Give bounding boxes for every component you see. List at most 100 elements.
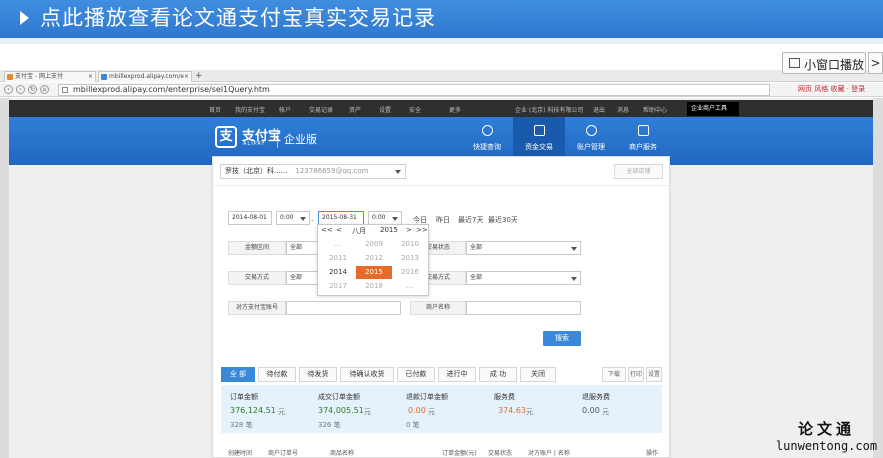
download-button[interactable]: 下载 [602, 367, 626, 382]
topnav-item[interactable]: 首页 [209, 105, 221, 114]
back-icon[interactable]: ‹ [4, 85, 13, 94]
next-decade-button[interactable]: >> [416, 226, 428, 234]
calendar-year[interactable]: 2015 [380, 226, 398, 234]
chevron-down-icon [392, 217, 398, 221]
tab-closed[interactable]: 关闭 [520, 367, 556, 382]
tab-pending-ship[interactable]: 待发货 [299, 367, 337, 382]
reload-icon[interactable]: ↻ [28, 85, 37, 94]
play-triangle-icon [20, 11, 29, 25]
new-tab-button[interactable]: + [195, 71, 203, 81]
status-select[interactable]: 全部 [466, 241, 581, 255]
topnav-account[interactable]: 企业 (北京) 科技有限公司 [515, 105, 584, 114]
summary-label: 服务费 [494, 393, 515, 401]
forward-icon[interactable]: › [16, 85, 25, 94]
year-cell[interactable]: 2014 [320, 266, 356, 279]
channel-select[interactable]: 全部 [466, 271, 581, 285]
year-cell[interactable]: 2011 [320, 252, 356, 265]
calendar-month[interactable]: 八月 [352, 226, 366, 236]
print-button[interactable]: 打印 [628, 367, 644, 382]
start-date-input[interactable]: 2014-08-01 [228, 211, 272, 225]
summary-label: 成交订单金额 [318, 393, 360, 401]
print-icon: 打印 [629, 371, 642, 378]
quick-30days-link[interactable]: 最近30天 [488, 215, 518, 225]
summary-label: 退服务费 [582, 393, 610, 401]
year-cell[interactable]: 2016 [392, 266, 428, 279]
year-cell[interactable]: 2017 [320, 280, 356, 293]
topnav-item[interactable]: 我的支付宝 [235, 105, 265, 114]
mini-window-play-button[interactable]: 小窗口播放 [782, 52, 866, 74]
prev-button[interactable]: < [336, 226, 342, 234]
account-icon [586, 125, 597, 136]
tab-close-icon[interactable]: × [184, 72, 189, 82]
year-cell[interactable]: 2018 [356, 280, 392, 293]
year-cell[interactable]: 2009 [356, 238, 392, 251]
quick-7days-link[interactable]: 最近7天 [458, 215, 483, 225]
topnav-item[interactable]: 帐户 [279, 105, 291, 114]
topnav-item[interactable]: 安全 [409, 105, 421, 114]
chevron-down-icon [300, 217, 306, 221]
favicon-icon [7, 74, 13, 80]
year-cell[interactable]: ... [392, 280, 428, 293]
right-gutter [873, 98, 883, 458]
topnav-logout[interactable]: 退出 [593, 105, 605, 114]
summary-value: 376,124.51 [230, 406, 276, 415]
summary-label: 退款订单金额 [406, 393, 448, 401]
browser-right-links[interactable]: 网页 风格 收藏 · 登录 [798, 84, 865, 94]
settings-button[interactable]: 设置 [646, 367, 662, 382]
search-button[interactable]: 搜索 [543, 331, 581, 346]
prev-decade-button[interactable]: << [321, 226, 333, 234]
browser-tab-2[interactable]: mbillexprod.alipay.com/e × [98, 71, 192, 82]
summary-unit: 元 [526, 408, 533, 416]
amount-label: 金额区间 [228, 241, 286, 255]
topnav-messages[interactable]: 消息 [617, 105, 629, 114]
tab-all[interactable]: 全 部 [221, 367, 255, 382]
cart-icon [534, 125, 545, 136]
year-cell-selected[interactable]: 2015 [356, 266, 392, 279]
brand-sub: ALIPAY [243, 141, 266, 147]
end-time-select[interactable]: 0:00 [368, 211, 402, 225]
topnav-item[interactable]: 更多 [449, 105, 461, 114]
amount-select[interactable]: 全部 [286, 241, 318, 255]
year-cell[interactable]: 2010 [392, 238, 428, 251]
tab-paid[interactable]: 已付款 [397, 367, 435, 382]
slide-title[interactable]: 点此播放查看论文通支付宝真实交易记录 [40, 4, 436, 32]
quick-yesterday-link[interactable]: 昨日 [436, 215, 450, 225]
url-input[interactable]: mbillexprod.alipay.com/enterprise/sel1Qu… [58, 84, 770, 96]
slide-header: 点此播放查看论文通支付宝真实交易记录 [0, 0, 883, 38]
mini-player-arrow-button[interactable]: > [868, 52, 883, 74]
topnav-item[interactable]: 交易记录 [309, 105, 333, 114]
date-separator: - [311, 217, 314, 225]
tab-success[interactable]: 成 功 [479, 367, 517, 382]
next-button[interactable]: > [406, 226, 412, 234]
tab-close-icon[interactable]: × [88, 72, 93, 82]
topnav-help[interactable]: 帮助中心 [643, 105, 667, 114]
tab-pending-confirm[interactable]: 待确认收货 [340, 367, 394, 382]
table-header: 交易状态 [488, 450, 513, 457]
account-select[interactable]: 罗技（北京）科...... 123786659@qq.com [220, 164, 406, 179]
summary-count: 328 笔 [230, 421, 253, 429]
alipay-account-label: 对方支付宝账号 [228, 301, 286, 315]
table-header[interactable]: 创建时间 [228, 448, 252, 457]
year-cell[interactable]: ... [320, 238, 356, 251]
table-header: 商品名称 [330, 450, 355, 457]
merchant-name-input[interactable] [466, 301, 581, 315]
topnav-item[interactable]: 资产 [349, 105, 361, 114]
end-date-input[interactable]: 2015-08-31 [318, 211, 364, 225]
download-icon: 下载 [607, 371, 620, 378]
tab-pending-payment[interactable]: 待付款 [258, 367, 296, 382]
browser-tab-1[interactable]: 支付宝 - 网上支付 × [4, 71, 96, 82]
summary-count: 0 笔 [406, 421, 420, 429]
home-icon[interactable]: ⌂ [40, 85, 49, 94]
year-cell[interactable]: 2013 [392, 252, 428, 265]
merchant-name-label: 商户名称 [410, 301, 466, 315]
all-stores-button[interactable]: 全部店铺 [614, 164, 663, 179]
start-time-select[interactable]: 0:00 [276, 211, 310, 225]
alipay-account-input[interactable] [286, 301, 401, 315]
tab-in-progress[interactable]: 进行中 [438, 367, 476, 382]
year-cell[interactable]: 2012 [356, 252, 392, 265]
alipay-logo-icon: 支 [215, 126, 237, 148]
table-header: 订单金额(元) [442, 450, 477, 457]
table-header: 操作 [646, 450, 659, 457]
topnav-item[interactable]: 设置 [379, 105, 391, 114]
period-select[interactable]: 全部 [286, 271, 318, 285]
